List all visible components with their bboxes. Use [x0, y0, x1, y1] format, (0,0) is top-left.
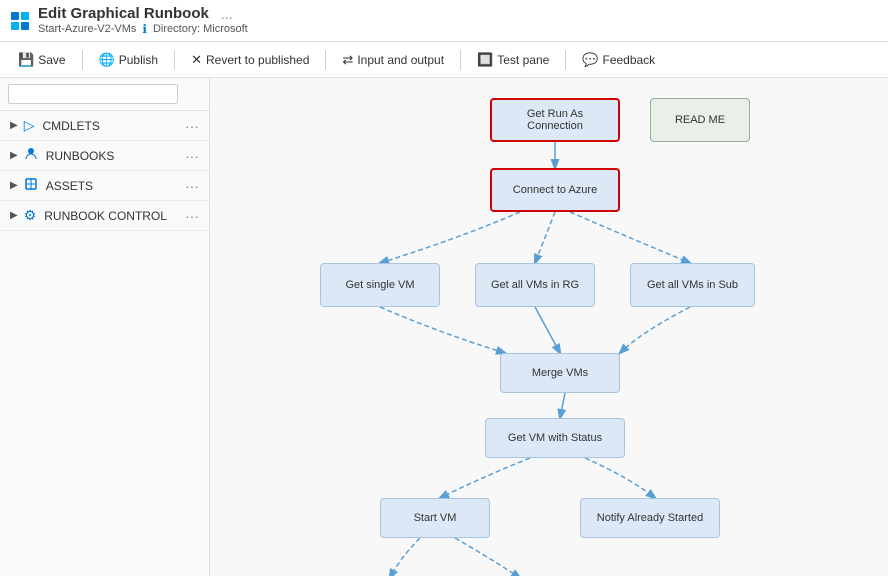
save-button[interactable]: 💾 Save [10, 48, 74, 72]
sidebar-item-cmdlets[interactable]: ▶ ▷ CMDLETS ··· [0, 111, 209, 141]
runbooks-icon [24, 147, 38, 164]
node-get-vm-status-label: Get VM with Status [508, 432, 602, 444]
test-pane-label: Test pane [497, 53, 549, 67]
node-merge-vms[interactable]: Merge VMs [500, 353, 620, 393]
sidebar-item-runbooks[interactable]: ▶ RUNBOOKS ··· [0, 141, 209, 171]
sidebar-scroll: ▶ ▷ CMDLETS ··· ▶ RUNBOOKS ··· ▶ ASSETS … [0, 111, 209, 576]
publish-button[interactable]: 🌐 Publish [91, 48, 167, 72]
runbooks-label: RUNBOOKS [46, 149, 185, 163]
publish-icon: 🌐 [99, 52, 115, 68]
toolbar-separator-5 [565, 50, 566, 70]
title-subtitle: Start-Azure-V2-VMs ℹ Directory: Microsof… [38, 22, 249, 36]
node-get-all-vms-rg[interactable]: Get all VMs in RG [475, 263, 595, 307]
test-pane-button[interactable]: 🔲 Test pane [469, 48, 557, 72]
node-notify-already-label: Notify Already Started [597, 512, 703, 524]
revert-icon: ✕ [191, 52, 202, 68]
node-start-vm[interactable]: Start VM [380, 498, 490, 538]
runbooks-menu-icon[interactable]: ··· [185, 148, 199, 164]
sidebar-search-area [0, 78, 209, 111]
runbook-control-menu-icon[interactable]: ··· [185, 208, 199, 224]
runbook-name: Start-Azure-V2-VMs [38, 23, 136, 35]
feedback-label: Feedback [602, 53, 655, 67]
runbook-control-chevron: ▶ [10, 210, 18, 221]
title-ellipsis[interactable]: ... [221, 6, 233, 22]
feedback-button[interactable]: 💬 Feedback [574, 48, 663, 72]
node-get-single-vm[interactable]: Get single VM [320, 263, 440, 307]
assets-chevron: ▶ [10, 180, 18, 191]
node-readme-label: READ ME [675, 114, 725, 126]
node-get-run-as[interactable]: Get Run As Connection [490, 98, 620, 142]
cmdlets-chevron: ▶ [10, 120, 18, 131]
node-get-all-vms-sub[interactable]: Get all VMs in Sub [630, 263, 755, 307]
toolbar-separator-1 [82, 50, 83, 70]
sidebar: ▶ ▷ CMDLETS ··· ▶ RUNBOOKS ··· ▶ ASSETS … [0, 78, 210, 576]
save-icon: 💾 [18, 52, 34, 68]
node-notify-already[interactable]: Notify Already Started [580, 498, 720, 538]
publish-label: Publish [119, 53, 158, 67]
info-icon: ℹ [142, 22, 147, 36]
title-bar: Edit Graphical Runbook ... Start-Azure-V… [0, 0, 888, 42]
node-get-run-as-label: Get Run As Connection [500, 108, 610, 132]
cmdlets-menu-icon[interactable]: ··· [185, 118, 199, 134]
toolbar: 💾 Save 🌐 Publish ✕ Revert to published ⇄… [0, 42, 888, 78]
directory-label: Directory: Microsoft [153, 23, 248, 35]
test-pane-icon: 🔲 [477, 52, 493, 68]
sidebar-search-input[interactable] [8, 84, 178, 104]
input-output-label: Input and output [357, 53, 444, 67]
input-output-icon: ⇄ [342, 52, 353, 68]
main-layout: ▶ ▷ CMDLETS ··· ▶ RUNBOOKS ··· ▶ ASSETS … [0, 78, 888, 576]
title-row: Edit Graphical Runbook ... Start-Azure-V… [38, 5, 249, 36]
cmdlets-icon: ▷ [24, 117, 35, 134]
node-get-all-vms-rg-label: Get all VMs in RG [491, 279, 579, 291]
cmdlets-label: CMDLETS [42, 119, 185, 133]
input-output-button[interactable]: ⇄ Input and output [334, 48, 452, 72]
toolbar-separator-3 [325, 50, 326, 70]
node-readme[interactable]: READ ME [650, 98, 750, 142]
node-get-vm-status[interactable]: Get VM with Status [485, 418, 625, 458]
node-get-all-vms-sub-label: Get all VMs in Sub [647, 279, 738, 291]
node-connect-azure-label: Connect to Azure [513, 184, 597, 196]
node-get-single-vm-label: Get single VM [345, 279, 414, 291]
canvas-arrows [210, 78, 888, 576]
revert-label: Revert to published [206, 53, 309, 67]
toolbar-separator-4 [460, 50, 461, 70]
assets-label: ASSETS [46, 179, 185, 193]
runbooks-chevron: ▶ [10, 150, 18, 161]
node-start-vm-label: Start VM [414, 512, 457, 524]
assets-menu-icon[interactable]: ··· [185, 178, 199, 194]
sidebar-item-runbook-control[interactable]: ▶ ⚙ RUNBOOK CONTROL ··· [0, 201, 209, 231]
app-icon [10, 11, 30, 31]
node-connect-azure[interactable]: Connect to Azure [490, 168, 620, 212]
revert-button[interactable]: ✕ Revert to published [183, 48, 317, 72]
sidebar-item-assets[interactable]: ▶ ASSETS ··· [0, 171, 209, 201]
assets-icon [24, 177, 38, 194]
node-merge-vms-label: Merge VMs [532, 367, 588, 379]
runbook-control-label: RUNBOOK CONTROL [44, 209, 185, 223]
toolbar-separator-2 [174, 50, 175, 70]
feedback-icon: 💬 [582, 52, 598, 68]
canvas-inner: Get Run As Connection READ ME Connect to… [210, 78, 888, 576]
canvas[interactable]: Get Run As Connection READ ME Connect to… [210, 78, 888, 576]
save-label: Save [38, 53, 65, 67]
page-title: Edit Graphical Runbook [38, 5, 209, 22]
runbook-control-icon: ⚙ [24, 207, 37, 224]
